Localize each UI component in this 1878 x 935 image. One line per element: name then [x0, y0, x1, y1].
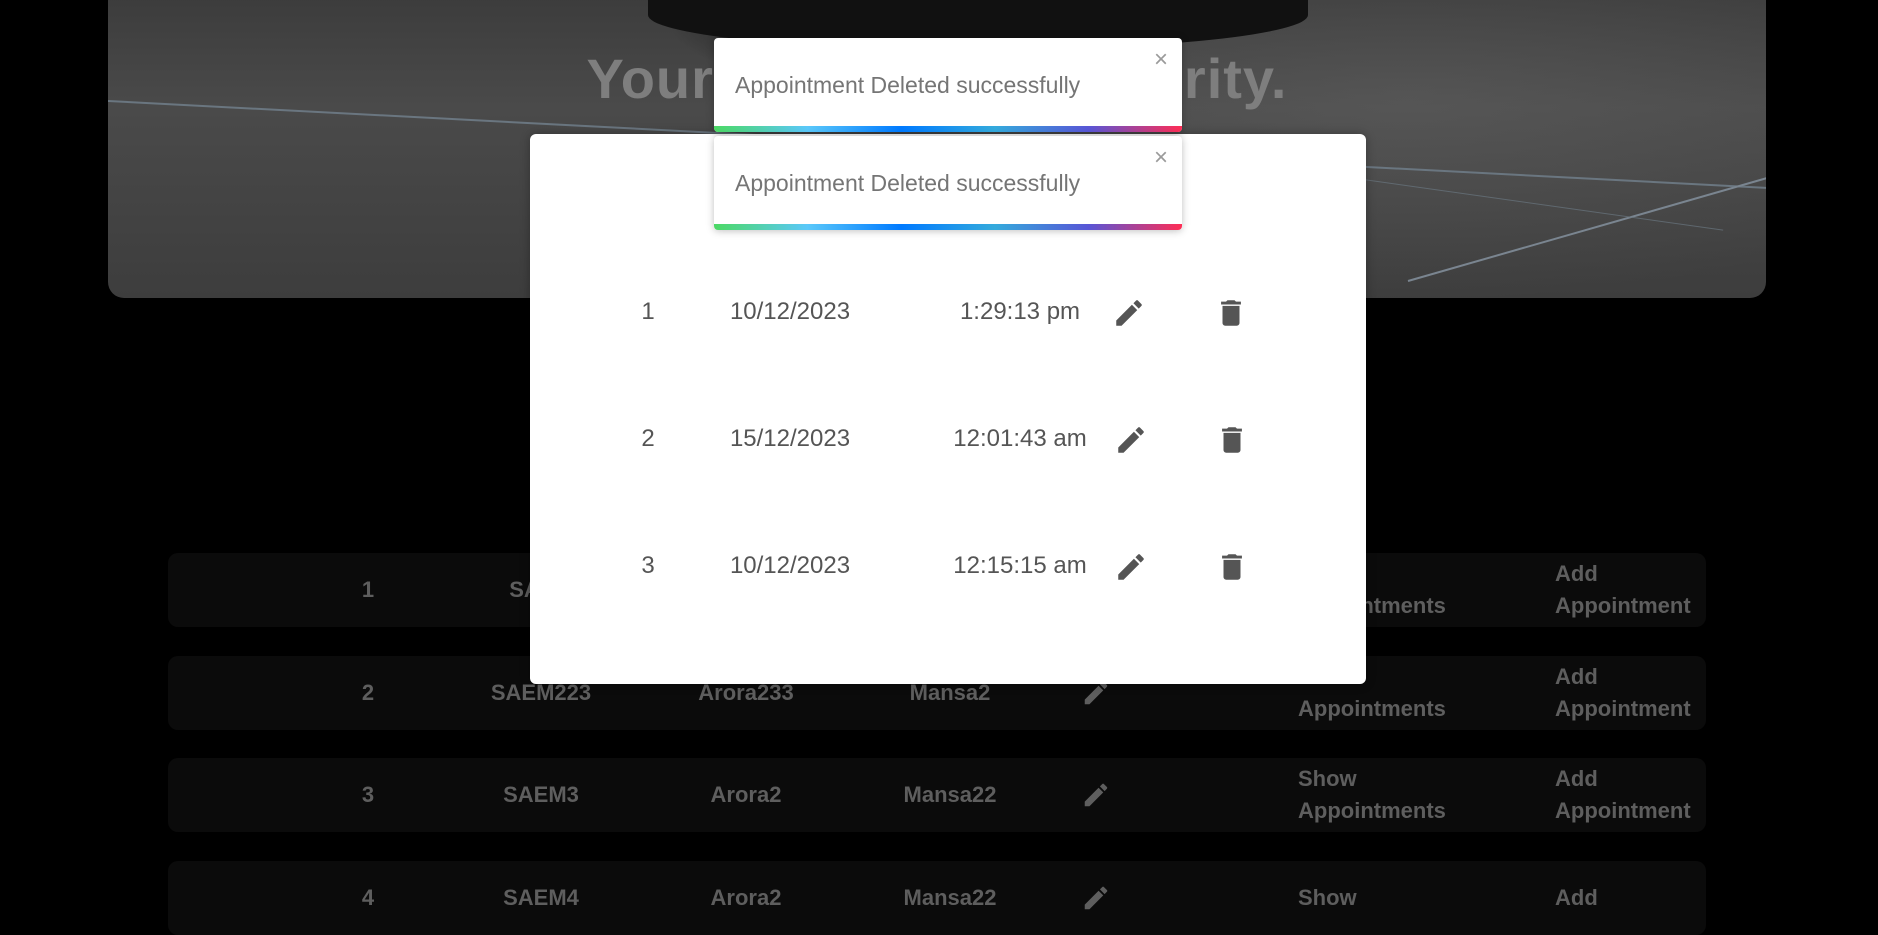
add-label-1: Add [1555, 885, 1598, 910]
row-first-name: Arora2 [710, 885, 782, 910]
row-username: SAEM3 [503, 782, 579, 807]
appointment-time: 1:29:13 pm [959, 298, 1081, 325]
trash-icon [1222, 554, 1242, 580]
edit-user-button[interactable] [1076, 758, 1116, 832]
edit-appointment-button[interactable] [1112, 296, 1146, 330]
appointment-row: 3 10/12/2023 12:15:15 am [530, 536, 1366, 596]
pencil-icon [1084, 886, 1108, 910]
toast-notification: Appointment Deleted successfully × [714, 136, 1182, 230]
toast-notification: Appointment Deleted successfully × [714, 38, 1182, 132]
appointment-date: 10/12/2023 [729, 298, 851, 325]
appointment-index: 2 [641, 425, 655, 452]
delete-appointment-button[interactable] [1214, 296, 1248, 330]
appointment-index: 3 [641, 552, 655, 579]
show-appointments-button[interactable]: Show [1298, 861, 1478, 935]
pencil-icon [1118, 427, 1144, 453]
hero-title-right: rity. [1183, 47, 1288, 110]
edit-user-button[interactable] [1076, 861, 1116, 935]
add-label-1: Add [1555, 766, 1598, 791]
row-last-name: Mansa22 [903, 885, 997, 910]
trash-icon [1221, 300, 1241, 326]
add-appointment-button[interactable]: Add Appointment [1555, 656, 1715, 730]
delete-appointment-button[interactable] [1215, 423, 1249, 457]
add-label-1: Add [1555, 664, 1598, 689]
row-first-name: Arora2 [710, 782, 782, 807]
add-label-2: Appointment [1555, 593, 1691, 618]
row-index: 1 [361, 577, 375, 602]
appointment-time: 12:15:15 am [953, 552, 1087, 579]
appointment-row: 1 10/12/2023 1:29:13 pm [530, 282, 1366, 342]
show-label-1: Show [1298, 885, 1357, 910]
appointment-date: 15/12/2023 [729, 425, 851, 452]
show-label-1: Show [1298, 766, 1357, 791]
row-index: 2 [361, 680, 375, 705]
edit-appointment-button[interactable] [1114, 423, 1148, 457]
table-row: 3 SAEM3 Arora2 Mansa22 Show Appointments … [168, 758, 1706, 832]
add-label-1: Add [1555, 561, 1598, 586]
pencil-icon [1084, 783, 1108, 807]
toast-message: Appointment Deleted successfully [735, 170, 1081, 196]
edit-appointment-button[interactable] [1114, 550, 1148, 584]
appointment-date: 10/12/2023 [729, 552, 851, 579]
hero-image-line [1407, 142, 1766, 282]
close-icon[interactable]: × [1154, 146, 1168, 170]
add-label-2: Appointment [1555, 696, 1691, 721]
toast-progress-bar [714, 126, 1182, 132]
row-index: 3 [361, 782, 375, 807]
toast-progress-bar [714, 224, 1182, 230]
add-appointment-button[interactable]: Add Appointment [1555, 553, 1715, 627]
add-appointment-button[interactable]: Add [1555, 861, 1715, 935]
hero-title-left: Your [586, 47, 714, 110]
pencil-icon [1116, 300, 1142, 326]
show-label-2: Appointments [1298, 696, 1446, 721]
appointment-row: 2 15/12/2023 12:01:43 am [530, 409, 1366, 469]
appointment-index: 1 [641, 298, 655, 325]
table-row: 4 SAEM4 Arora2 Mansa22 Show Add [168, 861, 1706, 935]
close-icon[interactable]: × [1154, 48, 1168, 72]
add-appointment-button[interactable]: Add Appointment [1555, 758, 1715, 832]
delete-appointment-button[interactable] [1215, 550, 1249, 584]
row-index: 4 [361, 885, 375, 910]
appointment-time: 12:01:43 am [953, 425, 1087, 452]
pencil-icon [1118, 554, 1144, 580]
row-last-name: Mansa22 [903, 782, 997, 807]
show-label-2: Appointments [1298, 798, 1446, 823]
trash-icon [1222, 427, 1242, 453]
show-appointments-button[interactable]: Show Appointments [1298, 758, 1478, 832]
toast-message: Appointment Deleted successfully [735, 72, 1081, 98]
add-label-2: Appointment [1555, 798, 1691, 823]
row-username: SAEM4 [503, 885, 579, 910]
